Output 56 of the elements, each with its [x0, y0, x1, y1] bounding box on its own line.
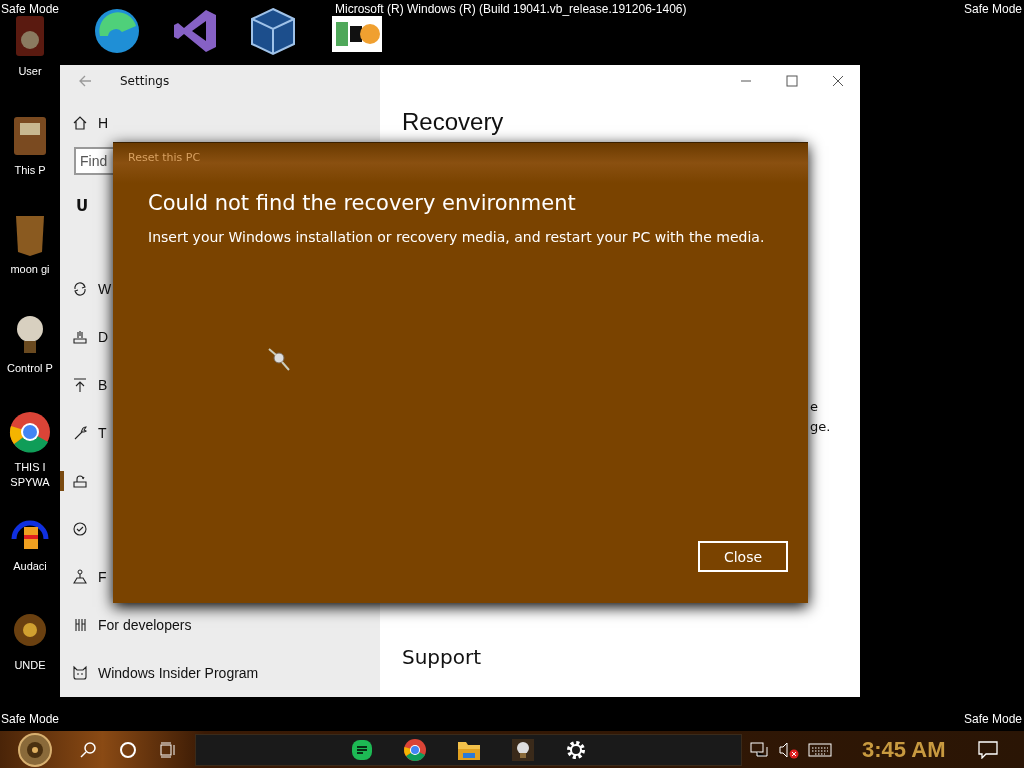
browser-icon[interactable] — [402, 737, 427, 762]
mouse-cursor-icon — [266, 346, 292, 372]
notification-icon[interactable] — [977, 740, 998, 759]
description-text: e — [810, 398, 819, 416]
nav-item[interactable]: F — [98, 569, 107, 585]
close-icon[interactable] — [832, 75, 844, 87]
dialog-message: Insert your Windows installation or recovery media, and restart your PC with the media. — [147, 228, 766, 245]
page-title: Recovery — [402, 107, 504, 137]
upload-icon[interactable] — [72, 377, 88, 393]
nav-item[interactable]: B — [98, 377, 108, 393]
cat-face-icon[interactable] — [72, 665, 88, 681]
safe-mode-label: Safe Mode — [1, 712, 60, 726]
check-circle-icon[interactable] — [72, 521, 88, 537]
circle-icon[interactable] — [119, 740, 137, 759]
swirl-logo-icon[interactable] — [92, 6, 142, 56]
person-pin-icon[interactable] — [72, 569, 88, 585]
settings-icon[interactable] — [564, 738, 587, 761]
desktop-icon-label[interactable]: Control P — [7, 361, 53, 376]
build-info-text: Microsoft (R) Windows (R) (Build 19041.vb_release.191206-1406) — [335, 2, 687, 16]
home-link[interactable]: H — [98, 115, 109, 131]
search-icon[interactable] — [79, 740, 97, 759]
desktop-icon-label[interactable]: This P — [14, 163, 46, 178]
dialog-heading: Could not find the recovery environment — [147, 190, 577, 215]
volume-muted-icon[interactable] — [778, 740, 800, 759]
clock-time[interactable]: 3:45 AM — [862, 736, 946, 763]
desktop-icon-label[interactable]: Audaci — [13, 559, 47, 574]
close-button[interactable]: Close — [698, 541, 788, 572]
dialog-title: Reset this PC — [127, 150, 202, 166]
lightbulb-app-icon[interactable] — [510, 737, 535, 762]
desktop-app-icon[interactable] — [8, 410, 52, 454]
desktop-icon-label[interactable]: UNDE — [14, 658, 46, 673]
notes-app-icon[interactable] — [350, 738, 373, 761]
window-title: Settings — [120, 74, 170, 88]
home-icon[interactable] — [72, 115, 88, 131]
section-heading: Support — [402, 645, 483, 669]
safe-mode-label: Safe Mode — [963, 712, 1022, 726]
nav-item[interactable]: W — [98, 281, 112, 297]
desktop-icon-label[interactable]: THIS I — [14, 460, 46, 475]
desktop-icon-label[interactable]: User — [18, 64, 42, 79]
maximize-icon[interactable] — [786, 75, 798, 87]
cube-icon[interactable] — [248, 6, 298, 56]
keyboard-icon[interactable] — [808, 741, 832, 758]
sync-icon[interactable] — [72, 281, 88, 297]
nav-item[interactable]: D — [98, 329, 109, 345]
safe-mode-label: Safe Mode — [963, 2, 1022, 16]
nav-item[interactable]: Windows Insider Program — [98, 665, 259, 681]
wrench-icon[interactable] — [72, 425, 88, 441]
desktop-icon-label[interactable]: moon gi — [10, 262, 50, 277]
safe-mode-label: Safe Mode — [1, 2, 60, 16]
description-text: ge. — [810, 418, 832, 436]
nav-item[interactable]: For developers — [98, 617, 192, 633]
laptop-arrow-icon[interactable] — [72, 473, 88, 489]
nav-item[interactable]: T — [98, 425, 107, 441]
task-view-icon[interactable] — [159, 740, 177, 759]
desktop-icon-label[interactable]: SPYWA — [10, 475, 50, 490]
section-heading: U — [76, 197, 89, 215]
